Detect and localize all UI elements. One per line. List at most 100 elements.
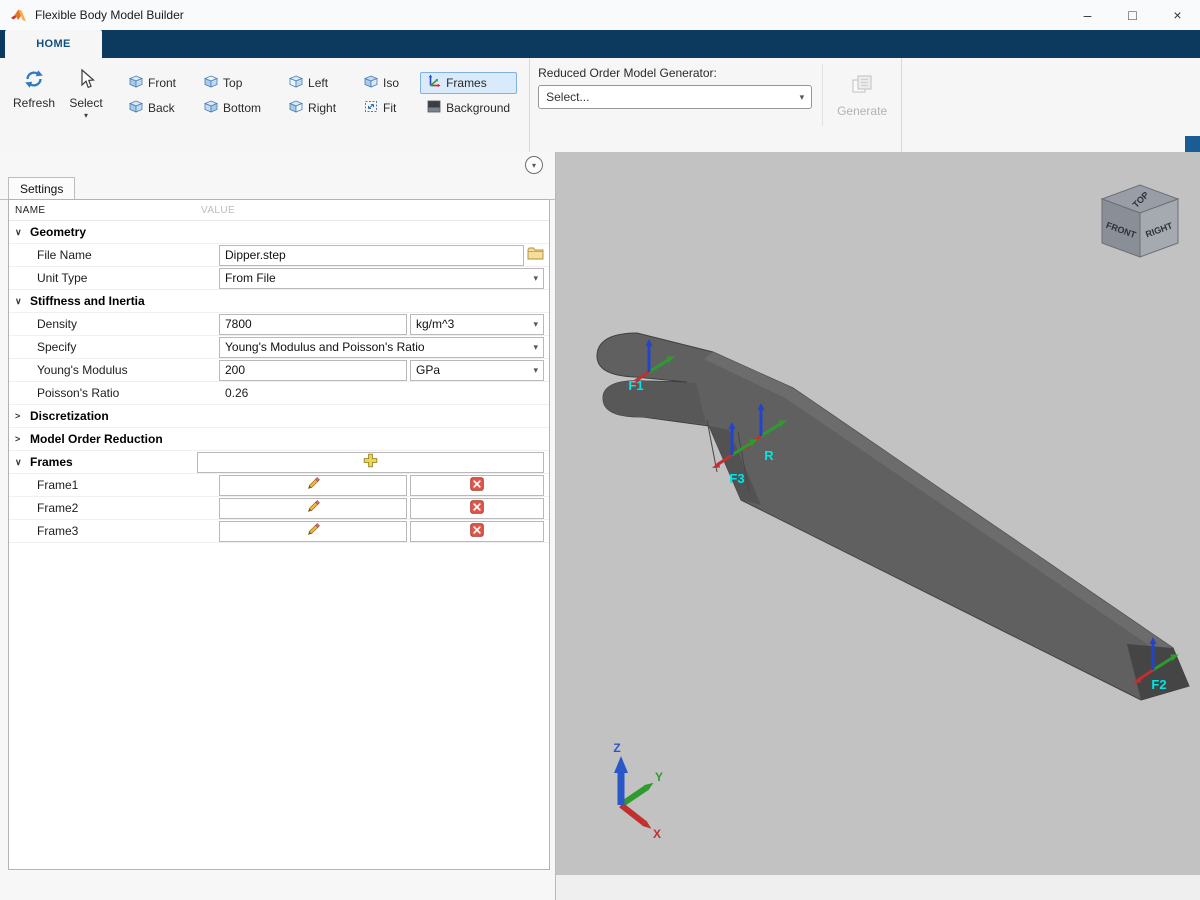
frame-label-f2: F2 — [1151, 677, 1166, 692]
world-axis-x-label: X — [653, 827, 661, 841]
row-youngs-modulus: Young's Modulus 200 GPa ▾ — [9, 359, 549, 382]
top-view-icon — [204, 75, 218, 91]
window-controls: – □ × — [1065, 0, 1200, 30]
select-label: Select — [69, 96, 102, 110]
section-geometry[interactable]: ∨ Geometry — [9, 221, 549, 244]
add-frame-button[interactable] — [197, 452, 544, 473]
refresh-label: Refresh — [13, 96, 55, 110]
left-view-label: Left — [308, 76, 328, 90]
chevron-expanded-icon: ∨ — [15, 227, 23, 238]
density-input[interactable]: 7800 — [219, 314, 407, 335]
row-frame3: Frame3 — [9, 520, 549, 543]
poissons-ratio-value[interactable]: 0.26 — [219, 386, 248, 400]
left-view-button[interactable]: Left — [282, 72, 343, 94]
chevron-down-icon: ▾ — [533, 342, 538, 353]
fit-view-label: Fit — [383, 101, 396, 115]
chevron-down-icon: ▾ — [533, 319, 538, 330]
delete-frame3-button[interactable] — [410, 521, 544, 542]
background-icon — [427, 100, 441, 116]
density-unit-value: kg/m^3 — [416, 317, 454, 331]
delete-frame2-button[interactable] — [410, 498, 544, 519]
iso-view-label: Iso — [383, 76, 399, 90]
specify-dropdown[interactable]: Young's Modulus and Poisson's Ratio ▾ — [219, 337, 544, 358]
world-axis-z-label: Z — [613, 741, 620, 755]
pencil-icon — [306, 476, 321, 494]
frame3-label: Frame3 — [9, 524, 219, 538]
file-name-input[interactable]: Dipper.step — [219, 245, 524, 266]
iso-view-button[interactable]: Iso — [357, 72, 406, 94]
edit-frame1-button[interactable] — [219, 475, 407, 496]
chevron-down-icon: ▾ — [84, 113, 88, 119]
top-view-label: Top — [223, 76, 242, 90]
section-frames[interactable]: ∨ Frames — [9, 451, 549, 474]
background-label: Background — [446, 101, 510, 115]
model-order-reduction-header: Model Order Reduction — [30, 432, 163, 446]
back-view-icon — [129, 100, 143, 116]
front-view-label: Front — [148, 76, 176, 90]
delete-frame1-button[interactable] — [410, 475, 544, 496]
density-label: Density — [9, 317, 219, 331]
tab-home[interactable]: HOME — [5, 30, 102, 58]
delete-x-icon — [470, 500, 484, 517]
youngs-modulus-unit-dropdown[interactable]: GPa ▾ — [410, 360, 544, 381]
bottom-view-button[interactable]: Bottom — [197, 97, 268, 119]
maximize-button[interactable]: □ — [1110, 0, 1155, 30]
section-model-order-reduction[interactable]: > Model Order Reduction — [9, 428, 549, 451]
chevron-down-icon: ▾ — [800, 92, 805, 103]
generate-icon — [850, 73, 874, 100]
rom-generator-value: Select... — [546, 90, 589, 104]
folder-icon — [527, 247, 544, 263]
back-view-button[interactable]: Back — [122, 97, 183, 119]
front-view-button[interactable]: Front — [122, 72, 183, 94]
youngs-modulus-input[interactable]: 200 — [219, 360, 407, 381]
pane-collapse-button[interactable]: ▾ — [525, 156, 543, 174]
row-specify: Specify Young's Modulus and Poisson's Ra… — [9, 336, 549, 359]
refresh-button[interactable]: Refresh — [8, 64, 60, 110]
right-view-button[interactable]: Right — [282, 97, 343, 119]
right-view-icon — [289, 100, 303, 116]
view-cube[interactable]: TOP FRONT RIGHT — [1102, 185, 1178, 257]
bottom-view-icon — [204, 100, 218, 116]
right-view-label: Right — [308, 101, 336, 115]
frame-label-r: R — [764, 448, 774, 463]
world-axis-y-label: Y — [655, 770, 663, 784]
chevron-expanded-icon: ∨ — [15, 296, 23, 307]
back-view-label: Back — [148, 101, 175, 115]
top-view-button[interactable]: Top — [197, 72, 268, 94]
plus-icon — [363, 453, 378, 471]
section-stiffness[interactable]: ∨ Stiffness and Inertia — [9, 290, 549, 313]
edit-frame2-button[interactable] — [219, 498, 407, 519]
row-frame2: Frame2 — [9, 497, 549, 520]
unit-type-dropdown[interactable]: From File ▾ — [219, 268, 544, 289]
background-button[interactable]: Background — [420, 97, 517, 119]
chevron-down-icon: ▾ — [533, 365, 538, 376]
density-unit-dropdown[interactable]: kg/m^3 ▾ — [410, 314, 544, 335]
viewport-3d[interactable]: F1 R F3 F2 — [556, 152, 1200, 875]
viewport-bottom-strip — [556, 875, 1200, 900]
generate-button[interactable]: Generate — [822, 64, 893, 126]
fit-view-button[interactable]: Fit — [357, 97, 406, 119]
cursor-icon — [76, 68, 96, 93]
unit-type-value: From File — [225, 271, 276, 285]
browse-file-button[interactable] — [527, 247, 544, 263]
poissons-ratio-label: Poisson's Ratio — [9, 386, 219, 400]
matlab-logo-icon — [10, 8, 27, 23]
youngs-modulus-unit-value: GPa — [416, 363, 440, 377]
frames-toggle-label: Frames — [446, 76, 487, 90]
pencil-icon — [306, 499, 321, 517]
select-button[interactable]: Select ▾ — [60, 64, 112, 119]
rom-generator-dropdown[interactable]: Select... ▾ — [538, 85, 812, 109]
frames-toggle-button[interactable]: Frames — [420, 72, 517, 94]
minimize-button[interactable]: – — [1065, 0, 1110, 30]
frame-label-f3: F3 — [729, 471, 744, 486]
section-discretization[interactable]: > Discretization — [9, 405, 549, 428]
row-unit-type: Unit Type From File ▾ — [9, 267, 549, 290]
table-header: NAME VALUE — [9, 200, 549, 221]
close-button[interactable]: × — [1155, 0, 1200, 30]
tab-settings[interactable]: Settings — [8, 177, 75, 200]
frame2-label: Frame2 — [9, 501, 219, 515]
specify-value: Young's Modulus and Poisson's Ratio — [225, 340, 425, 354]
fit-view-icon — [364, 100, 378, 116]
edit-frame3-button[interactable] — [219, 521, 407, 542]
stiffness-header: Stiffness and Inertia — [30, 294, 145, 308]
